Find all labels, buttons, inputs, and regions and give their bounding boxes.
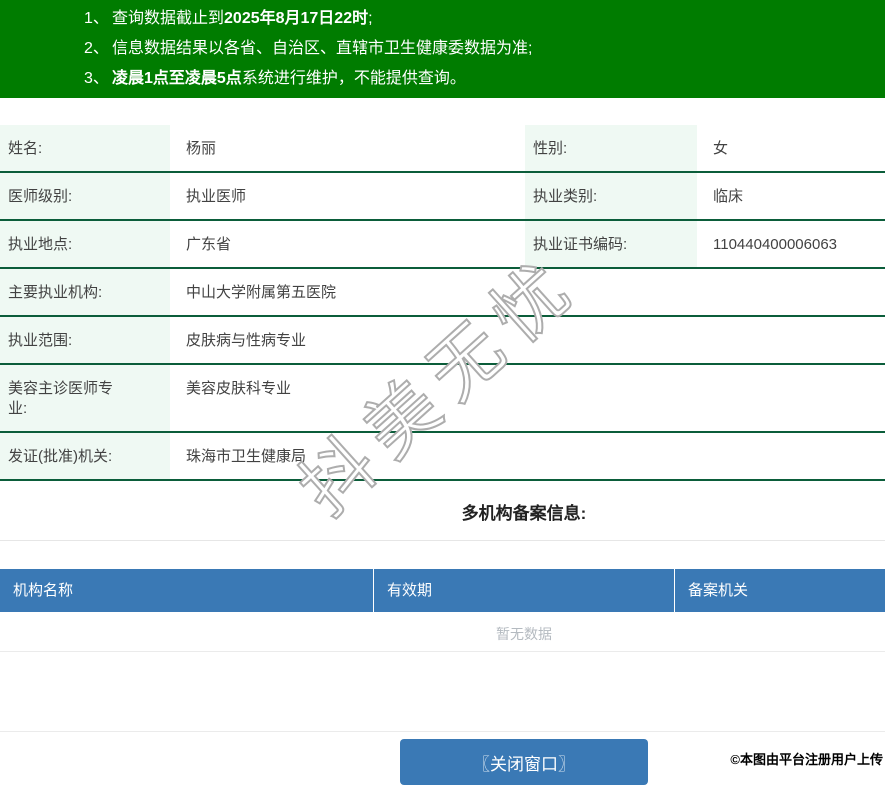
notice-text: 系统进行维护，不能提供查询。: [241, 70, 466, 87]
notice-text: 信息数据结果以各省、自治区、直辖市卫生健康委数据为准;: [112, 40, 533, 57]
field-label: 执业地点:: [0, 221, 170, 267]
table-row: 主要执业机构: 中山大学附属第五医院: [0, 269, 885, 317]
field-value: 广东省: [186, 236, 232, 253]
table-row: 姓名: 杨丽 性别: 女: [0, 125, 885, 173]
field-value: 执业医师: [186, 188, 247, 205]
notice-text: 2025年8月17日22时: [224, 10, 369, 27]
notice-line: 3、 凌晨1点至凌晨5点 系统进行维护，不能提供查询。: [0, 64, 885, 94]
multi-org-table: 机构名称 有效期 备案机关 暂无数据: [0, 569, 885, 652]
field-value: 110440400006063: [713, 236, 838, 253]
notice-banner: 1、 查询数据截止到 2025年8月17日22时; 2、 信息数据结果以各省、自治区、直…: [0, 0, 885, 98]
org-table-header-cell: 有效期: [374, 569, 675, 612]
field-value: 中山大学附属第五医院: [186, 284, 337, 301]
page: 1、 查询数据截止到 2025年8月17日22时; 2、 信息数据结果以各省、自治区、直…: [0, 0, 885, 785]
copyright-stamp: ©本图由平台注册用户上传: [730, 752, 883, 767]
field-label: 姓名:: [0, 125, 170, 171]
notice-text: 凌晨1点至凌晨5点: [112, 70, 242, 87]
multi-org-section-title: 多机构备案信息:: [461, 504, 587, 523]
notice-number: 2、: [84, 40, 109, 57]
field-label: 执业证书编码:: [525, 221, 697, 267]
field-label: 医师级别:: [0, 173, 170, 219]
table-row: 执业范围: 皮肤病与性病专业: [0, 317, 885, 365]
close-window-button[interactable]: 〖关闭窗口〗: [400, 739, 648, 785]
field-value: 临床: [713, 188, 744, 205]
field-label: 发证(批准)机关:: [0, 433, 170, 479]
org-table-header-cell: 机构名称: [0, 569, 374, 612]
field-label: 性别:: [525, 125, 697, 171]
org-table-header-cell: 备案机关: [688, 582, 749, 599]
notice-line: 2、 信息数据结果以各省、自治区、直辖市卫生健康委数据为准;: [0, 34, 885, 64]
bottom-spacer: [0, 652, 885, 732]
table-row: 执业地点: 广东省 执业证书编码: 110440400006063: [0, 221, 885, 269]
field-label: 美容主诊医师专业:: [0, 365, 170, 431]
org-table-header-row: 机构名称 有效期 备案机关: [0, 569, 885, 612]
org-table-empty-row: 暂无数据: [0, 612, 885, 652]
table-row: 美容主诊医师专业: 美容皮肤科专业: [0, 365, 885, 433]
section-divider: [0, 540, 885, 541]
field-label: 执业范围:: [0, 317, 170, 363]
field-value: 杨丽: [186, 140, 217, 157]
field-value: 女: [713, 140, 729, 157]
field-label: 主要执业机构:: [0, 269, 170, 315]
doctor-detail-table: 姓名: 杨丽 性别: 女医师级别: 执业医师 执业类别: 临床执业地点: 广东省 执业证书编码:…: [0, 125, 885, 481]
field-value: 皮肤病与性病专业: [186, 332, 307, 349]
table-row: 发证(批准)机关: 珠海市卫生健康局: [0, 433, 885, 481]
notice-line: 1、 查询数据截止到 2025年8月17日22时;: [0, 4, 885, 34]
notice-number: 1、: [84, 10, 109, 27]
notice-text: 查询数据截止到: [112, 10, 225, 27]
field-value: 珠海市卫生健康局: [186, 448, 307, 465]
field-label: 执业类别:: [525, 173, 697, 219]
notice-number: 3、: [84, 70, 109, 87]
table-row: 医师级别: 执业医师 执业类别: 临床: [0, 173, 885, 221]
field-value: 美容皮肤科专业: [186, 380, 292, 397]
notice-text: ;: [368, 10, 373, 27]
notice-list: 1、 查询数据截止到 2025年8月17日22时; 2、 信息数据结果以各省、自治区、直…: [0, 4, 885, 94]
